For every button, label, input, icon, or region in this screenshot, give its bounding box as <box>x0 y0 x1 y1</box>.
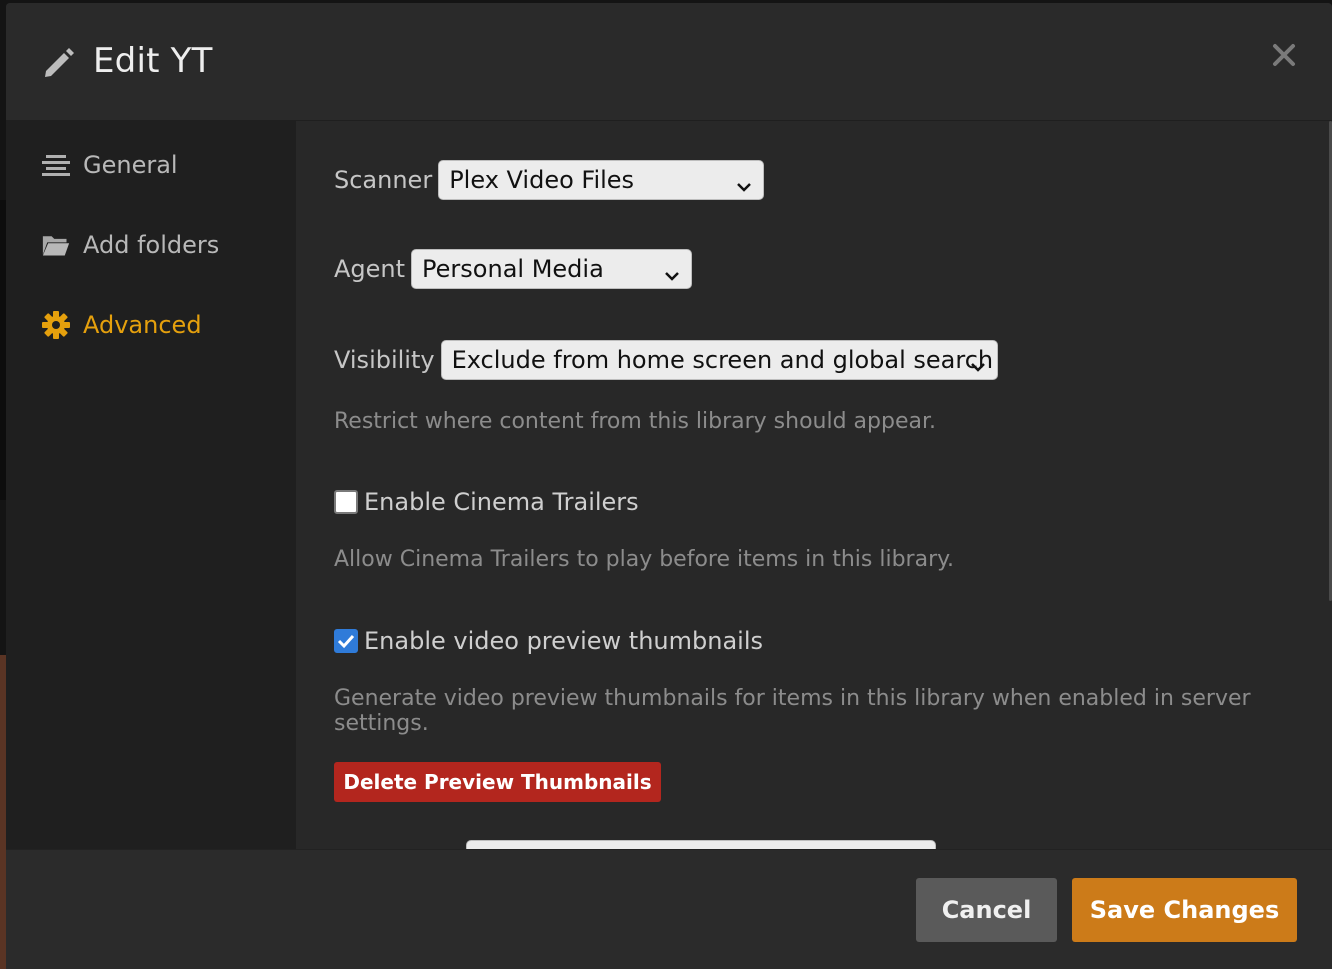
delete-preview-thumbnails-button[interactable]: Delete Preview Thumbnails <box>334 762 661 802</box>
video-thumbnails-label: Enable video preview thumbnails <box>364 627 763 655</box>
scanner-value: Plex Video Files <box>449 166 635 194</box>
dialog-footer: Cancel Save Changes <box>6 849 1332 969</box>
check-icon <box>337 634 355 649</box>
cinema-trailers-checkbox[interactable] <box>334 490 358 514</box>
scanner-label: Scanner <box>334 166 433 194</box>
advanced-settings-panel: Scanner Plex Video Files Agent Personal … <box>296 121 1332 849</box>
video-thumbnails-checkbox-row[interactable]: Enable video preview thumbnails <box>334 627 763 655</box>
close-button[interactable] <box>1266 39 1302 75</box>
sidebar-item-label: Add folders <box>83 231 220 259</box>
chevron-down-icon <box>735 173 753 192</box>
visibility-select[interactable]: Exclude from home screen and global sear… <box>440 340 998 380</box>
folder-icon <box>42 231 70 259</box>
gear-icon <box>42 311 70 339</box>
dialog-title: Edit YT <box>93 41 213 81</box>
pencil-icon <box>42 45 76 79</box>
scanner-select[interactable]: Plex Video Files <box>438 160 765 200</box>
save-changes-button[interactable]: Save Changes <box>1072 878 1297 942</box>
sidebar-item-label: General <box>83 151 178 179</box>
sidebar-item-advanced[interactable]: Advanced <box>6 295 296 355</box>
cinema-trailers-label: Enable Cinema Trailers <box>364 488 639 516</box>
agent-row: Agent Personal Media <box>334 249 693 289</box>
visibility-hint: Restrict where content from this library… <box>334 409 937 434</box>
edit-library-dialog: Edit YT General Add folders Advanced Sca… <box>6 3 1332 969</box>
cinema-trailers-hint: Allow Cinema Trailers to play before ite… <box>334 547 954 572</box>
scanner-row: Scanner Plex Video Files <box>334 160 765 200</box>
cancel-button[interactable]: Cancel <box>916 878 1057 942</box>
cinema-trailers-checkbox-row[interactable]: Enable Cinema Trailers <box>334 488 639 516</box>
video-thumbnails-checkbox[interactable] <box>334 629 358 653</box>
dialog-sidebar: General Add folders Advanced <box>6 121 296 849</box>
sidebar-item-add-folders[interactable]: Add folders <box>6 215 296 275</box>
agent-value: Personal Media <box>422 255 604 283</box>
visibility-value: Exclude from home screen and global sear… <box>451 346 994 374</box>
visibility-label: Visibility <box>334 346 435 374</box>
visibility-row: Visibility Exclude from home screen and … <box>334 340 998 380</box>
chevron-down-icon <box>969 353 987 372</box>
partially-visible-select[interactable] <box>466 840 936 849</box>
video-thumbnails-hint: Generate video preview thumbnails for it… <box>334 686 1251 736</box>
sidebar-item-general[interactable]: General <box>6 135 296 195</box>
close-icon <box>1272 43 1296 71</box>
list-icon <box>42 151 70 179</box>
sidebar-item-label: Advanced <box>83 311 202 339</box>
agent-label: Agent <box>334 255 406 283</box>
agent-select[interactable]: Personal Media <box>411 249 693 289</box>
chevron-down-icon <box>663 262 681 281</box>
dialog-header: Edit YT <box>6 3 1332 121</box>
